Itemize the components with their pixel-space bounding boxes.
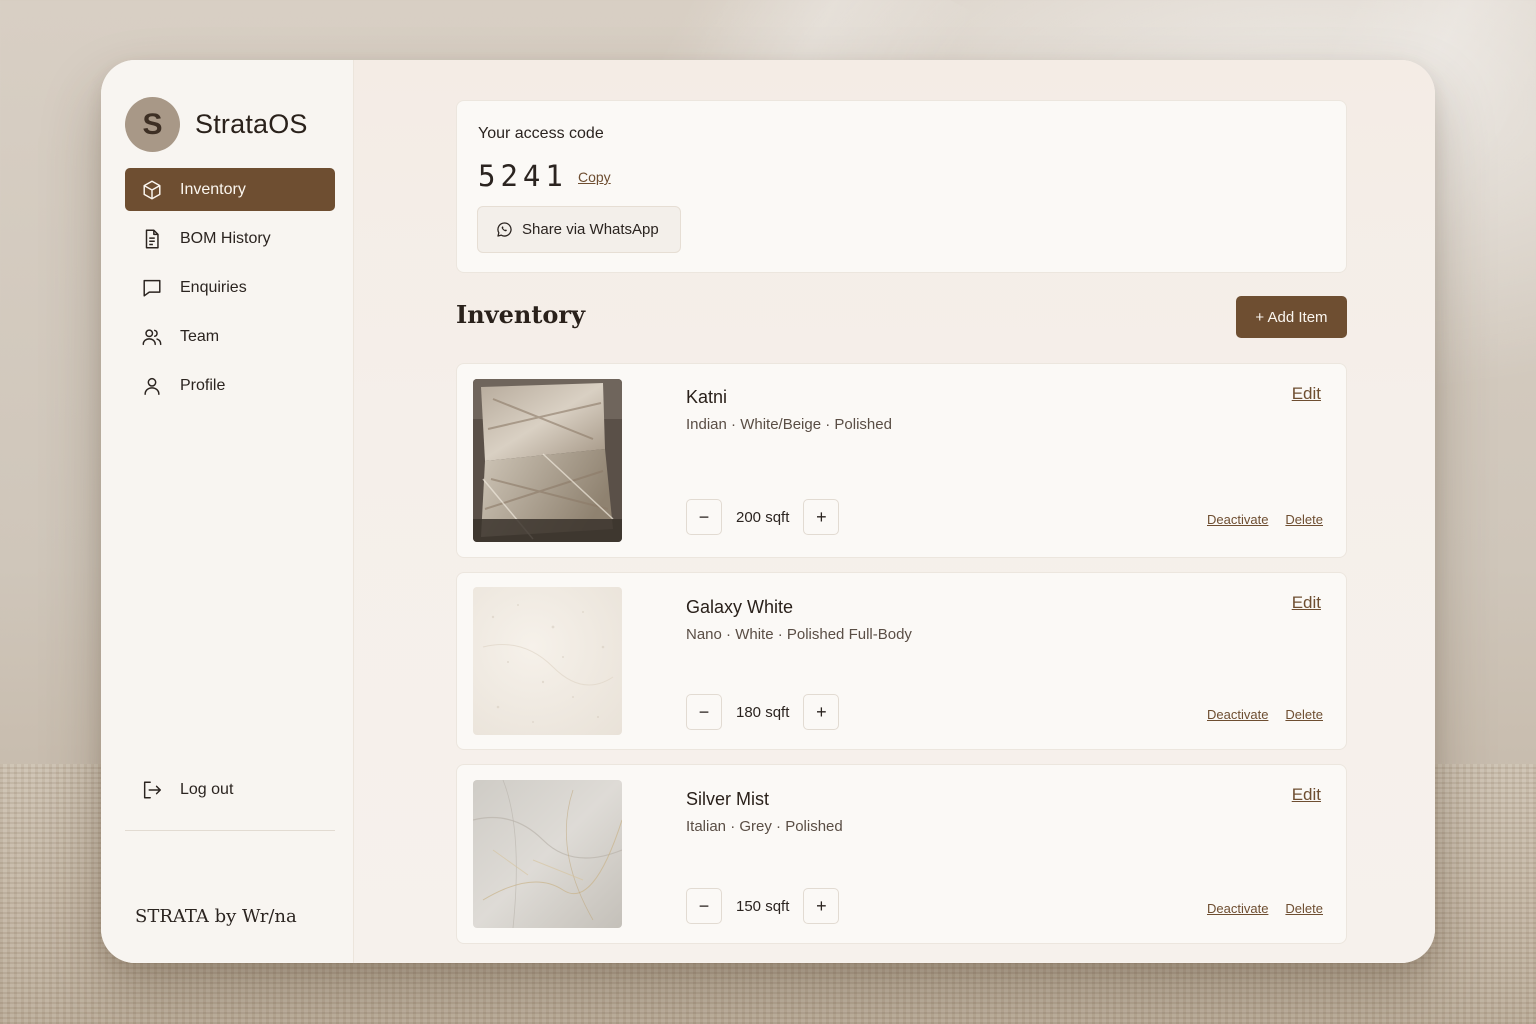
avatar[interactable]: S: [125, 97, 180, 152]
user-icon: [140, 374, 164, 398]
quantity-stepper: − 180 sqft +: [686, 694, 840, 730]
item-actions: Deactivate Delete: [1190, 901, 1323, 916]
item-thumbnail: [473, 379, 622, 542]
item-meta: Indian · White/Beige · Polished: [686, 416, 892, 433]
footer-brand: STRATA by Wr/na: [135, 906, 297, 927]
deactivate-item-link[interactable]: Deactivate: [1207, 512, 1268, 527]
sidebar-item-inventory[interactable]: Inventory: [125, 168, 335, 211]
item-name: Galaxy White: [686, 597, 794, 617]
logout-label: Log out: [180, 780, 234, 798]
item-name: Silver Mist: [686, 789, 770, 809]
item-name: Katni: [686, 387, 728, 407]
main-content: Your access code 5241 Copy Share via Wha…: [354, 60, 1435, 963]
sidebar-item-bom-history[interactable]: BOM History: [125, 217, 335, 260]
users-icon: [140, 325, 164, 349]
decrease-quantity-button[interactable]: −: [686, 694, 722, 730]
delete-item-link[interactable]: Delete: [1285, 512, 1323, 527]
item-thumbnail: [473, 780, 622, 928]
edit-item-link[interactable]: Edit: [1292, 384, 1321, 404]
decrease-quantity-button[interactable]: −: [686, 888, 722, 924]
whatsapp-icon: [496, 221, 513, 238]
item-thumbnail: [473, 587, 622, 735]
access-code-value: 5241: [478, 159, 568, 193]
quantity-stepper: − 150 sqft +: [686, 888, 840, 924]
increase-quantity-button[interactable]: +: [803, 888, 840, 924]
item-quantity: 150 sqft: [736, 897, 790, 915]
item-actions: Deactivate Delete: [1190, 512, 1323, 527]
sidebar-item-team[interactable]: Team: [125, 315, 335, 358]
sidebar-item-label: BOM History: [180, 229, 271, 247]
logout-icon: [140, 778, 164, 802]
edit-item-link[interactable]: Edit: [1292, 593, 1321, 613]
app-window: S StrataOS Inventory BOM History Enquiri…: [101, 60, 1435, 963]
share-whatsapp-label: Share via WhatsApp: [522, 221, 659, 238]
sidebar-item-label: Enquiries: [180, 278, 247, 296]
item-actions: Deactivate Delete: [1190, 707, 1323, 722]
increase-quantity-button[interactable]: +: [803, 499, 840, 535]
item-meta: Nano · White · Polished Full-Body: [686, 626, 912, 643]
page-title: Inventory: [456, 300, 586, 329]
sidebar-divider: [125, 830, 335, 831]
quantity-stepper: − 200 sqft +: [686, 499, 840, 535]
access-code-card: Your access code 5241 Copy Share via Wha…: [456, 100, 1347, 273]
copy-code-link[interactable]: Copy: [578, 169, 611, 185]
brand: S StrataOS: [125, 97, 308, 152]
delete-item-link[interactable]: Delete: [1285, 707, 1323, 722]
access-code-label: Your access code: [478, 125, 604, 142]
sidebar-item-logout[interactable]: Log out: [125, 768, 335, 811]
box-icon: [140, 178, 164, 202]
app-name: StrataOS: [195, 109, 308, 139]
sidebar-item-label: Profile: [180, 376, 226, 394]
sidebar: S StrataOS Inventory BOM History Enquiri…: [101, 60, 354, 963]
deactivate-item-link[interactable]: Deactivate: [1207, 901, 1268, 916]
inventory-item-card: Silver Mist Italian · Grey · Polished Ed…: [456, 764, 1347, 944]
delete-item-link[interactable]: Delete: [1285, 901, 1323, 916]
logout-button[interactable]: Log out: [125, 768, 335, 817]
item-quantity: 180 sqft: [736, 703, 790, 721]
document-icon: [140, 227, 164, 251]
sidebar-item-label: Inventory: [180, 180, 246, 198]
sidebar-nav: Inventory BOM History Enquiries Team Pro…: [125, 168, 335, 413]
edit-item-link[interactable]: Edit: [1292, 785, 1321, 805]
share-whatsapp-button[interactable]: Share via WhatsApp: [477, 206, 681, 253]
increase-quantity-button[interactable]: +: [803, 694, 840, 730]
inventory-item-card: Galaxy White Nano · White · Polished Ful…: [456, 572, 1347, 750]
deactivate-item-link[interactable]: Deactivate: [1207, 707, 1268, 722]
chat-bubble-icon: [140, 276, 164, 300]
item-quantity: 200 sqft: [736, 508, 790, 526]
item-meta: Italian · Grey · Polished: [686, 818, 843, 835]
sidebar-item-label: Team: [180, 327, 220, 345]
add-item-button[interactable]: + Add Item: [1236, 296, 1347, 338]
sidebar-item-enquiries[interactable]: Enquiries: [125, 266, 335, 309]
decrease-quantity-button[interactable]: −: [686, 499, 722, 535]
inventory-item-card: Katni Indian · White/Beige · Polished Ed…: [456, 363, 1347, 558]
sidebar-item-profile[interactable]: Profile: [125, 364, 335, 407]
